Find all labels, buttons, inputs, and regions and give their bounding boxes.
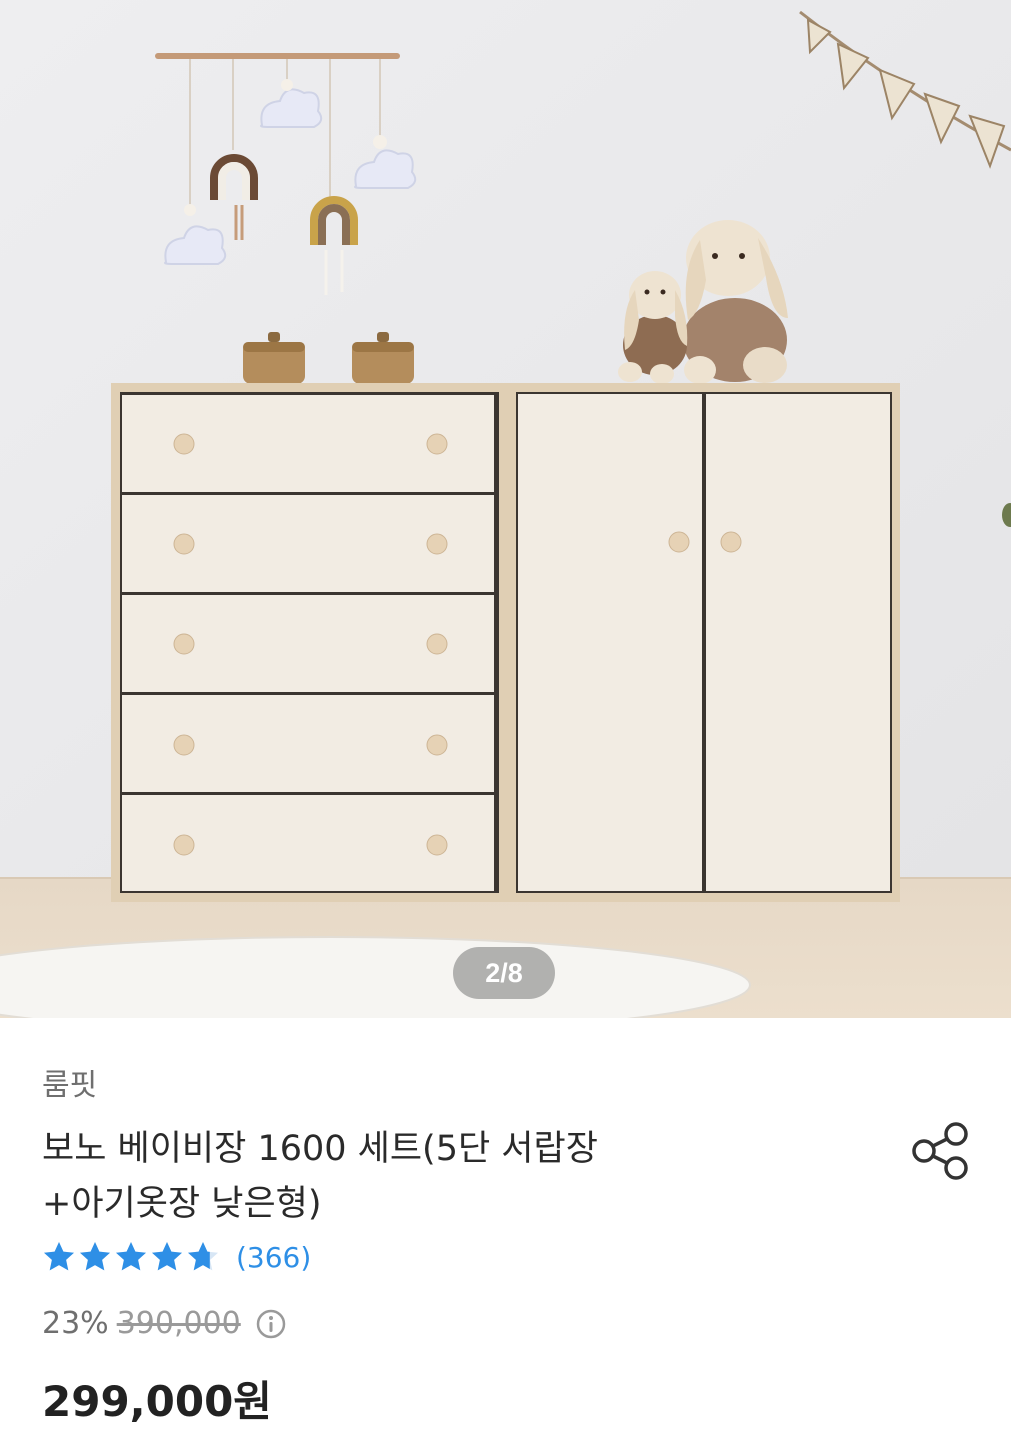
original-price: 390,000: [116, 1306, 241, 1341]
product-info: 룸핏 보노 베이비장 1600 세트(5단 서랍장 +아기옷장 낮은형) (36…: [0, 1018, 1011, 1440]
product-photo: [0, 0, 1011, 1018]
sale-price: 299,000원: [42, 1377, 272, 1426]
review-count[interactable]: (366): [236, 1241, 311, 1274]
star-rating: [42, 1240, 222, 1274]
star-icon: [44, 1242, 74, 1271]
discount-rate: 23%: [42, 1306, 109, 1341]
rating-row[interactable]: (366): [42, 1240, 311, 1274]
star-icon: [80, 1242, 110, 1271]
share-icon: [912, 1122, 968, 1180]
discount-row: 23% 390,000: [42, 1306, 287, 1341]
info-icon[interactable]: [255, 1308, 287, 1340]
star-icon: [116, 1242, 146, 1271]
star-icon: [188, 1242, 218, 1271]
product-title: 보노 베이비장 1600 세트(5단 서랍장 +아기옷장 낮은형): [42, 1129, 598, 1224]
brand-name[interactable]: 룸핏: [42, 1060, 97, 1104]
image-pager-badge: 2/8: [453, 947, 555, 999]
share-button[interactable]: [908, 1120, 970, 1182]
star-icon: [152, 1242, 182, 1271]
product-image-gallery[interactable]: 2/8: [0, 0, 1011, 1018]
